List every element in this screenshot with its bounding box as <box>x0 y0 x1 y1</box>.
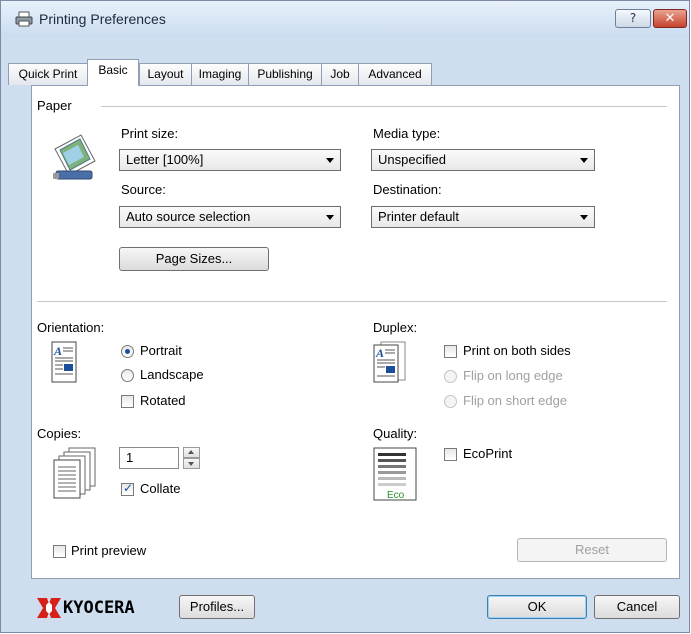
kyocera-logo-icon <box>37 598 61 618</box>
destination-dropdown[interactable]: Printer default <box>371 206 595 228</box>
media-type-value: Unspecified <box>378 152 446 167</box>
ecoprint-checkbox[interactable] <box>444 448 457 461</box>
flip-long-edge-radio[interactable] <box>444 370 457 383</box>
destination-value: Printer default <box>378 209 459 224</box>
svg-text:A: A <box>375 346 384 360</box>
ok-button[interactable]: OK <box>487 595 587 619</box>
title-bar[interactable]: Printing Preferences ? ✕ <box>1 1 689 37</box>
tab-layout[interactable]: Layout <box>139 63 192 85</box>
paper-tray-icon <box>53 134 96 180</box>
portrait-radio[interactable] <box>121 345 134 358</box>
print-both-sides-checkbox[interactable] <box>444 345 457 358</box>
tab-basic[interactable]: Basic <box>87 59 139 86</box>
chevron-down-icon <box>326 215 334 220</box>
paper-section-label: Paper <box>37 98 72 113</box>
print-size-dropdown[interactable]: Letter [100%] <box>119 149 341 171</box>
duplex-page-icon: A <box>373 341 406 383</box>
chevron-down-icon <box>580 158 588 163</box>
flip-short-edge-label: Flip on short edge <box>463 393 568 408</box>
destination-label: Destination: <box>373 182 442 197</box>
copies-increment-button[interactable] <box>183 447 200 458</box>
print-preview-label: Print preview <box>71 543 147 558</box>
chevron-down-icon <box>580 215 588 220</box>
tab-imaging[interactable]: Imaging <box>191 63 249 85</box>
window-title: Printing Preferences <box>39 11 166 27</box>
ecoprint-page-icon: Eco <box>373 447 417 501</box>
ecoprint-label: EcoPrint <box>463 446 513 461</box>
eco-badge: Eco <box>387 490 405 501</box>
collate-label: Collate <box>140 481 181 496</box>
copies-stack-icon <box>53 447 96 499</box>
help-button[interactable]: ? <box>615 9 651 28</box>
source-dropdown[interactable]: Auto source selection <box>119 206 341 228</box>
rotated-label: Rotated <box>140 393 186 408</box>
tab-advanced[interactable]: Advanced <box>358 63 432 85</box>
collate-checkbox[interactable] <box>121 481 134 496</box>
media-type-label: Media type: <box>373 126 441 141</box>
duplex-label: Duplex: <box>373 320 418 335</box>
profiles-button[interactable]: Profiles... <box>179 595 255 619</box>
printing-preferences-window: Printing Preferences ? ✕ Quick Print Bas… <box>0 0 690 633</box>
reset-button[interactable]: Reset <box>517 538 667 562</box>
tab-quick-print[interactable]: Quick Print <box>8 63 88 85</box>
chevron-down-icon <box>326 158 334 163</box>
media-type-dropdown[interactable]: Unspecified <box>371 149 595 171</box>
tab-publishing[interactable]: Publishing <box>248 63 322 85</box>
rotated-checkbox[interactable] <box>121 395 134 408</box>
orientation-label: Orientation: <box>37 320 105 335</box>
section-divider <box>37 301 667 302</box>
quality-label: Quality: <box>373 426 418 441</box>
print-size-label: Print size: <box>121 126 179 141</box>
source-label: Source: <box>121 182 166 197</box>
flip-short-edge-radio[interactable] <box>444 395 457 408</box>
copies-decrement-button[interactable] <box>183 458 200 469</box>
copies-label: Copies: <box>37 426 82 441</box>
landscape-radio[interactable] <box>121 369 134 382</box>
portrait-label: Portrait <box>140 343 182 358</box>
close-button[interactable]: ✕ <box>653 9 687 28</box>
portrait-page-icon: A <box>51 341 77 383</box>
print-preview-checkbox[interactable] <box>53 545 66 558</box>
source-value: Auto source selection <box>126 209 251 224</box>
paper-divider <box>101 106 667 107</box>
page-sizes-button[interactable]: Page Sizes... <box>119 247 269 271</box>
print-both-sides-label: Print on both sides <box>463 343 571 358</box>
svg-text:A: A <box>53 344 62 358</box>
kyocera-brand: KYOCERA <box>63 598 135 618</box>
tab-job[interactable]: Job <box>321 63 359 85</box>
cancel-button[interactable]: Cancel <box>594 595 680 619</box>
printer-icon <box>15 11 33 27</box>
print-size-value: Letter [100%] <box>126 152 204 167</box>
flip-long-edge-label: Flip on long edge <box>463 368 563 383</box>
copies-input[interactable]: 1 <box>119 447 179 469</box>
landscape-label: Landscape <box>140 367 204 382</box>
